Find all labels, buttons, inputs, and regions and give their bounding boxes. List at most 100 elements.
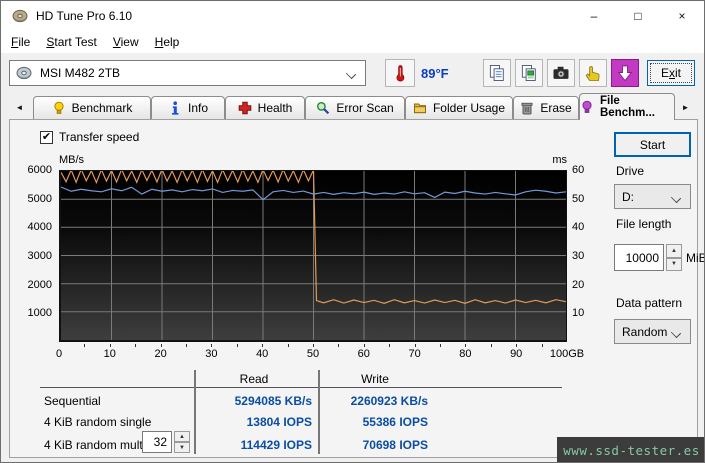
ytick-r-label: 40 xyxy=(572,221,585,234)
random-multi-write-value: 70698 IOPS xyxy=(362,438,428,452)
tab-scroll-left-icon[interactable]: ◄ xyxy=(11,99,28,116)
tab-label: Info xyxy=(187,101,208,115)
tab-scroll-right-icon[interactable]: ► xyxy=(677,99,694,116)
red-cross-icon xyxy=(238,101,251,115)
xtick-label: 20 xyxy=(154,348,167,360)
folder-icon xyxy=(413,103,426,114)
file-length-label: File length xyxy=(616,217,672,231)
disk-icon xyxy=(16,66,32,80)
xtick-label: 70 xyxy=(408,348,421,360)
y-axis-left-unit: MB/s xyxy=(59,154,85,166)
random-multi-read-value: 114429 IOPS xyxy=(240,438,312,452)
start-label: Start xyxy=(639,137,666,152)
drive-dropdown[interactable]: D: xyxy=(614,184,691,209)
spin-up-icon[interactable]: ▲ xyxy=(174,431,190,442)
row-label-sequential: Sequential xyxy=(44,394,101,408)
watermark: www.ssd-tester.es xyxy=(557,437,704,462)
checkbox-label: Transfer speed xyxy=(59,130,140,144)
xtick-label: 0 xyxy=(55,348,63,360)
maximize-button[interactable]: □ xyxy=(616,1,660,31)
download-button[interactable] xyxy=(611,59,639,87)
menu-file[interactable]: File xyxy=(3,33,38,51)
menu-bar: File Start Test View Help xyxy=(1,31,704,53)
row-label-random-single: 4 KiB random single xyxy=(44,415,152,429)
app-disk-icon xyxy=(12,9,28,23)
window-title: HD Tune Pro 6.10 xyxy=(36,9,133,23)
queue-depth-input[interactable]: 32 xyxy=(142,431,172,453)
x-minor-tick xyxy=(516,344,518,347)
file-length-input[interactable]: 10000 xyxy=(614,244,664,271)
ytick-l-label: 5000 xyxy=(27,192,52,205)
sequential-read-value: 5294085 KB/s xyxy=(234,394,312,408)
copy-button[interactable] xyxy=(483,59,511,87)
chevron-down-icon xyxy=(345,68,357,80)
app-window: HD Tune Pro 6.10 – □ × File Start Test V… xyxy=(0,0,705,463)
tab-benchmark[interactable]: Benchmark xyxy=(33,96,151,119)
x-minor-tick xyxy=(211,344,213,347)
tab-info[interactable]: Info xyxy=(151,96,225,119)
ytick-r-label: 30 xyxy=(572,250,585,262)
copy-icon xyxy=(489,65,504,81)
temperature-button[interactable] xyxy=(385,59,415,87)
ytick-l-label: 2000 xyxy=(27,278,52,291)
hand-save-icon xyxy=(585,66,600,81)
camera-icon xyxy=(553,66,569,79)
spin-up-icon[interactable]: ▲ xyxy=(666,244,682,258)
data-pattern-dropdown[interactable]: Random xyxy=(614,319,691,344)
download-icon xyxy=(617,65,633,82)
x-minor-tick xyxy=(313,344,314,347)
save-button[interactable] xyxy=(579,59,607,87)
x-minor-tick xyxy=(541,344,543,347)
tab-label: Folder Usage xyxy=(432,101,506,115)
drive-selector[interactable]: MSI M482 2TB xyxy=(9,60,366,86)
xtick-label: 90 xyxy=(510,348,523,360)
close-button[interactable]: × xyxy=(660,1,704,31)
tab-label: Health xyxy=(257,101,293,115)
ytick-l-label: 1000 xyxy=(27,307,52,320)
drive-dropdown-value: D: xyxy=(622,189,634,204)
ytick-l-label: 6000 xyxy=(27,164,52,176)
spin-down-icon[interactable]: ▼ xyxy=(666,257,682,271)
spin-down-icon[interactable]: ▼ xyxy=(174,442,190,453)
x-minor-tick xyxy=(414,344,416,347)
tab-health[interactable]: Health xyxy=(225,96,305,119)
checkbox-check-icon: ✔ xyxy=(40,130,53,144)
start-button[interactable]: Start xyxy=(614,132,691,157)
tab-label: File Benchm... xyxy=(600,95,655,119)
x-minor-tick xyxy=(338,344,340,347)
transfer-speed-checkbox[interactable]: ✔ Transfer speed xyxy=(40,130,139,144)
random-single-write-value: 55386 IOPS xyxy=(362,415,428,429)
file-length-spinner: 10000 ▲ ▼ xyxy=(614,244,682,271)
ytick-r-label: 20 xyxy=(572,278,585,291)
xtick-label: 100GB xyxy=(549,348,585,360)
file-length-unit: MiB xyxy=(686,251,705,265)
tab-folder-usage[interactable]: Folder Usage xyxy=(405,96,513,119)
x-minor-tick xyxy=(262,344,264,347)
menu-view[interactable]: View xyxy=(105,33,147,51)
tab-label: Benchmark xyxy=(71,101,133,115)
bulb-purple-icon xyxy=(582,100,592,113)
tab-erase[interactable]: Erase xyxy=(513,96,579,119)
xtick-label: 50 xyxy=(306,348,320,360)
ytick-l-label: 3000 xyxy=(27,250,52,262)
toolbar: MSI M482 2TB 89°F Exit xyxy=(1,53,704,93)
copy-image-icon xyxy=(521,65,536,81)
info-icon xyxy=(171,101,179,115)
temperature-value: 89°F xyxy=(421,66,449,81)
exit-label: Exit xyxy=(660,66,681,80)
tab-label: Error Scan xyxy=(336,101,394,115)
exit-button[interactable]: Exit xyxy=(647,60,695,86)
menu-start-test[interactable]: Start Test xyxy=(38,33,104,51)
x-minor-tick xyxy=(363,344,365,347)
screenshot-button[interactable] xyxy=(547,59,575,87)
copy-image-button[interactable] xyxy=(515,59,543,87)
x-minor-tick xyxy=(186,344,187,347)
drive-selector-value: MSI M482 2TB xyxy=(40,66,121,80)
menu-help[interactable]: Help xyxy=(147,33,188,51)
x-minor-tick xyxy=(160,344,162,347)
tab-file-benchmark[interactable]: File Benchm... xyxy=(579,93,675,120)
minimize-button[interactable]: – xyxy=(572,1,616,31)
bulb-yellow-icon xyxy=(54,101,64,114)
x-minor-tick xyxy=(440,344,441,347)
tab-error-scan[interactable]: Error Scan xyxy=(305,96,405,119)
